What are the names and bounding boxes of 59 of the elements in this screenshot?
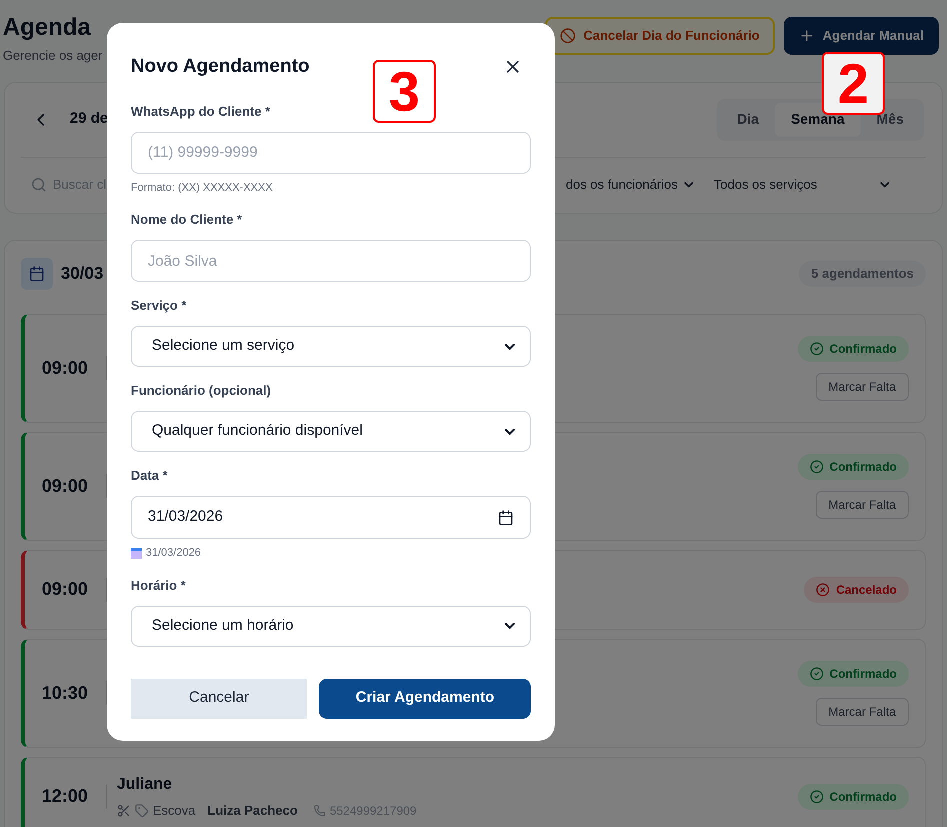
calendar-icon: [131, 548, 142, 559]
field-label: Funcionário (opcional): [131, 383, 272, 398]
employee-filter[interactable]: dos os funcionários: [566, 175, 696, 195]
status-label: Confirmado: [830, 666, 897, 682]
appointment-time: 09:00: [42, 356, 90, 380]
status-label: Cancelado: [836, 582, 897, 598]
service-name: Escova: [153, 802, 196, 820]
select-field[interactable]: Selecione um serviço: [131, 326, 531, 367]
phone-icon: [314, 804, 326, 816]
page-title: Agenda: [3, 14, 92, 42]
field-label: Serviço *: [131, 298, 187, 313]
prohibited-icon: [560, 28, 576, 44]
calendar-icon[interactable]: [498, 510, 514, 526]
annotation-number: 3: [373, 60, 436, 123]
date-field[interactable]: 31/03/2026: [131, 496, 531, 539]
field-hint: Formato: (XX) XXXXX-XXXX: [131, 180, 273, 196]
text-field[interactable]: João Silva: [131, 240, 531, 282]
mark-absence-button[interactable]: Marcar Falta: [816, 372, 909, 400]
status-label: Confirmado: [830, 340, 897, 358]
plus-icon: [798, 28, 815, 44]
dialog-title: Novo Agendamento: [131, 55, 310, 79]
field-label: Horário *: [131, 578, 186, 592]
client-name: Juliane: [117, 774, 174, 795]
scissors-icon: [117, 804, 131, 818]
status-label: Confirmado: [830, 458, 897, 476]
search-icon: [31, 177, 47, 193]
calendar-icon: [21, 258, 53, 290]
day-date: 30/03: [61, 263, 104, 286]
employee-name: Luiza Pacheco: [208, 802, 298, 820]
field-label: Data *: [131, 468, 168, 483]
view-tab[interactable]: Dia: [721, 102, 776, 136]
status-icon: [816, 582, 830, 596]
status-icon: [810, 342, 824, 356]
field-label: WhatsApp do Cliente *: [131, 104, 270, 118]
select-field[interactable]: Selecione um horário: [131, 606, 531, 646]
status-icon: [810, 460, 824, 474]
status-icon: [810, 666, 824, 680]
field-label: Nome do Cliente *: [131, 212, 242, 227]
page-subtitle: Gerencie os ager: [3, 47, 103, 65]
create-button[interactable]: Criar Agendamento: [319, 678, 531, 718]
mark-absence-button[interactable]: Marcar Falta: [816, 490, 909, 518]
service-filter[interactable]: Todos os serviços: [714, 175, 892, 195]
appointment-time: 10:30: [42, 682, 90, 704]
new-appointment-button[interactable]: Agendar Manual: [784, 17, 939, 55]
status-label: Confirmado: [830, 788, 897, 806]
select-field[interactable]: Qualquer funcionário disponível: [131, 411, 531, 452]
field-hint: 31/03/2026: [146, 546, 202, 561]
appointment-time: 09:00: [42, 474, 90, 498]
status-icon: [810, 790, 824, 804]
mark-absence-button[interactable]: Marcar Falta: [816, 698, 909, 726]
appointment-time: 09:00: [42, 578, 90, 601]
annotation-number: 2: [822, 52, 885, 115]
cancel-button[interactable]: Cancelar: [131, 678, 308, 718]
text-field[interactable]: (11) 99999-9999: [131, 132, 531, 174]
appointment-time: 12:00: [42, 785, 90, 808]
tag-icon: [135, 804, 149, 818]
date-range: 29 de: [70, 109, 108, 130]
cancel-day-button[interactable]: Cancelar Dia do Funcionário: [544, 17, 775, 55]
appointment-count: 5 agendamentos: [799, 261, 926, 287]
